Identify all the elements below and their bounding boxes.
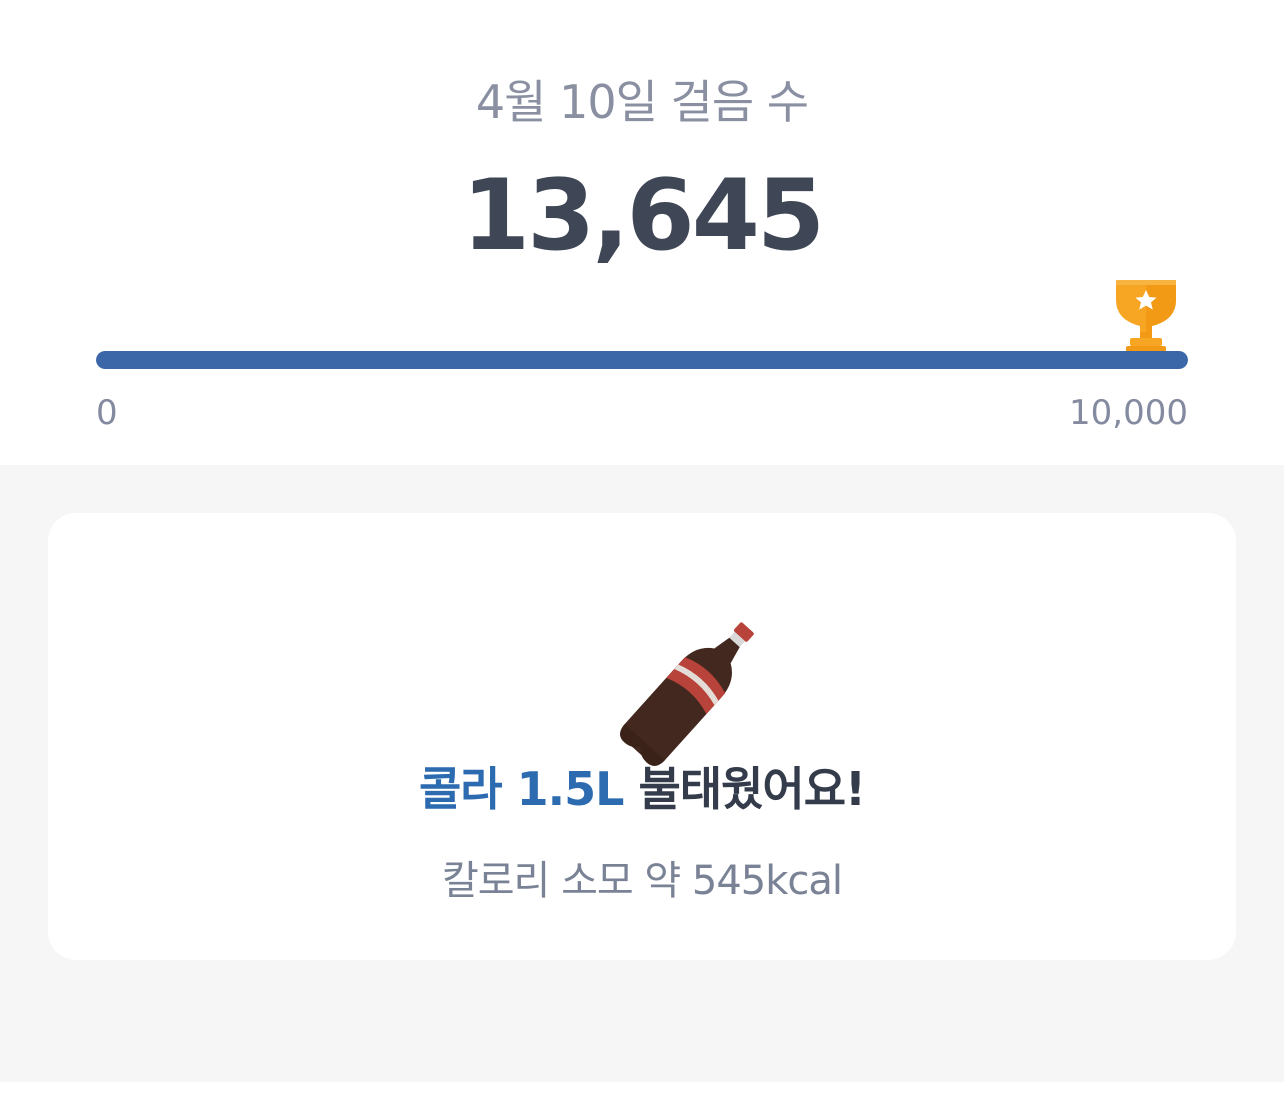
cola-bottle-icon [619, 622, 754, 766]
bottom-spacer [0, 1082, 1284, 1113]
burn-suffix: 불태웠어요! [623, 762, 866, 816]
burn-highlight: 콜라 1.5L [418, 762, 624, 816]
trophy-icon [1116, 280, 1176, 352]
calorie-burn-card: 콜라 1.5L 불태웠어요! 칼로리 소모 약 545kcal [48, 513, 1236, 960]
step-count: 13,645 [461, 159, 825, 273]
step-summary-section: 4월 10일 걸음 수 13,645 0 10,000 [0, 0, 1284, 465]
step-progress-bar [96, 351, 1188, 369]
progress-min-label: 0 [96, 393, 118, 433]
burn-headline: 콜라 1.5L 불태웠어요! [48, 757, 1236, 821]
date-title: 4월 10일 걸음 수 [475, 75, 809, 129]
step-progress-fill [96, 351, 1188, 369]
calorie-section: 콜라 1.5L 불태웠어요! 칼로리 소모 약 545kcal [0, 465, 1284, 1082]
calorie-text: 칼로리 소모 약 545kcal [441, 858, 843, 904]
progress-max-label: 10,000 [1069, 393, 1188, 433]
